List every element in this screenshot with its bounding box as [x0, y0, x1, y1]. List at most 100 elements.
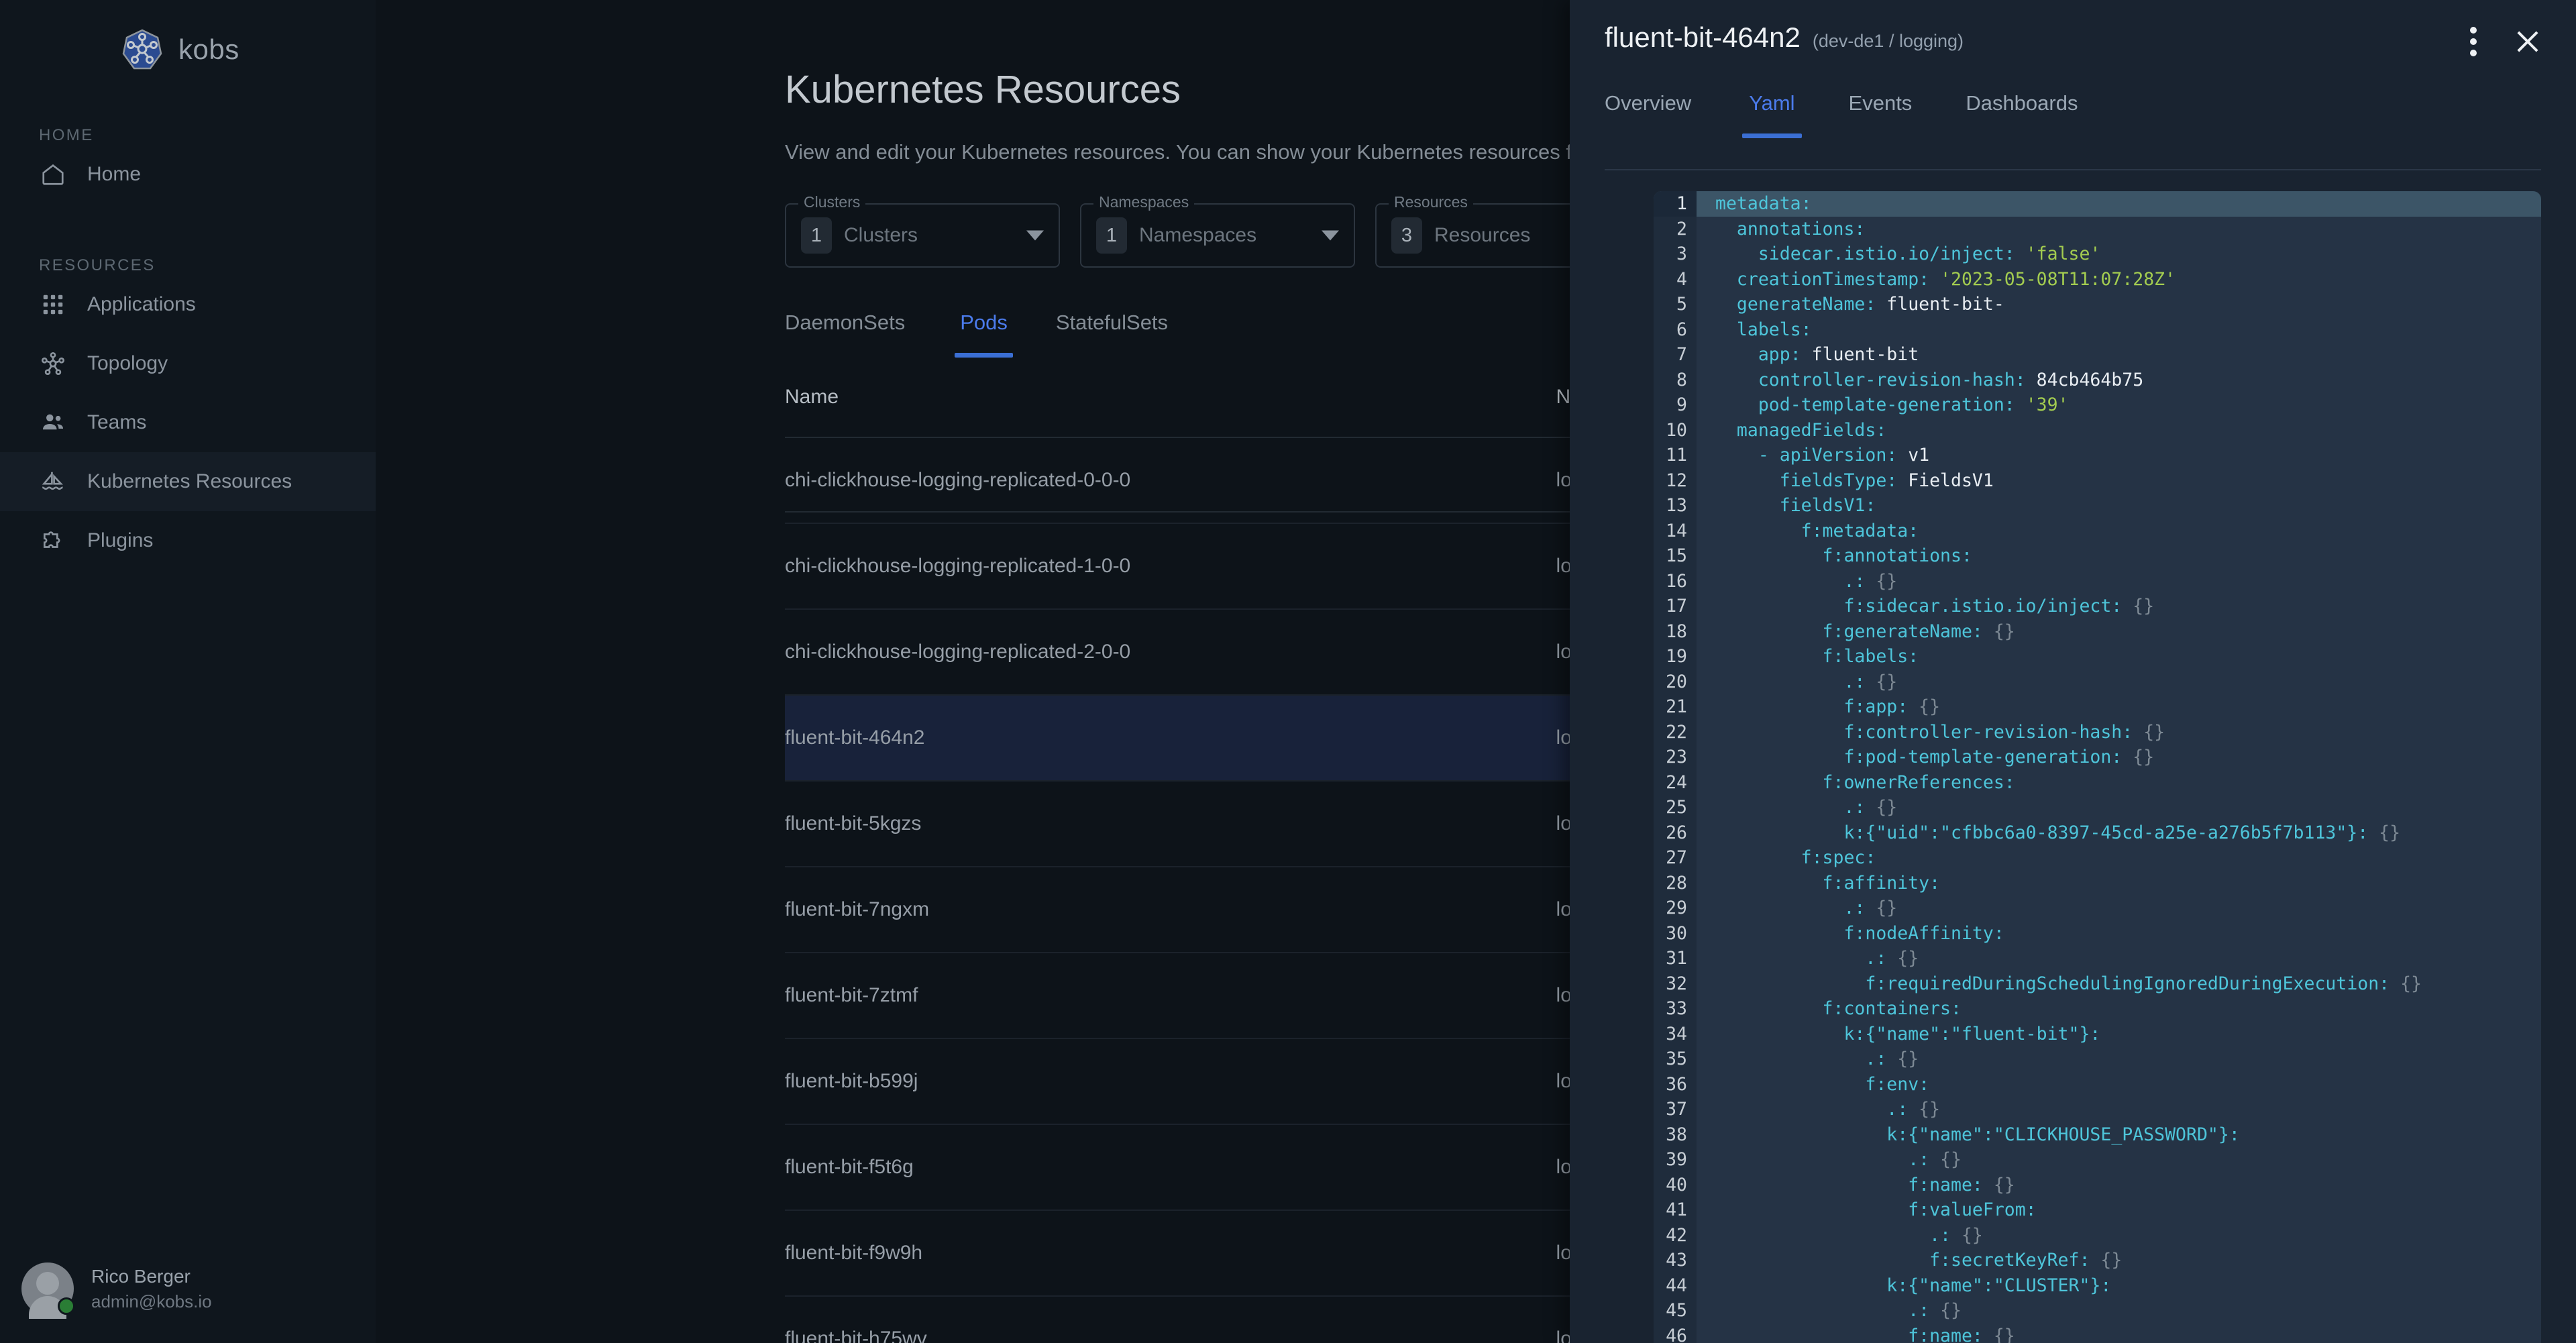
detail-panel-subtitle: (dev-de1 / logging): [1812, 31, 1964, 51]
code-text: f:name: {}: [1908, 1325, 2015, 1343]
yaml-code-viewer[interactable]: 1 metadata: 2 annotations: 3 sidecar.istio.…: [1654, 191, 2541, 1343]
code-text: .: {}: [1886, 1099, 1941, 1120]
sidebar-item-home[interactable]: Home: [0, 145, 376, 204]
code-text: pod-template-generation: '39': [1758, 394, 2069, 415]
line-number: 10: [1654, 417, 1697, 443]
code-line: 11 - apiVersion: v1: [1654, 443, 2541, 468]
clusters-count-badge: 1: [801, 217, 832, 254]
code-text: .: {}: [1908, 1300, 1962, 1321]
line-number: 29: [1654, 896, 1697, 921]
column-header-name[interactable]: Name: [785, 358, 1556, 438]
line-number: 12: [1654, 468, 1697, 493]
code-text: creationTimestamp: '2023-05-08T11:07:28Z…: [1736, 268, 2176, 290]
line-number: 28: [1654, 870, 1697, 896]
line-number: 25: [1654, 795, 1697, 820]
code-text: f:secretKeyRef: {}: [1929, 1250, 2123, 1271]
code-line: 10 managedFields:: [1654, 417, 2541, 443]
code-line: 18 f:generateName: {}: [1654, 619, 2541, 644]
code-text: labels:: [1736, 319, 1812, 340]
sidebar-item-teams[interactable]: Teams: [0, 393, 376, 452]
code-text: - apiVersion: v1: [1758, 445, 1930, 466]
code-text: sidecar.istio.io/inject: 'false': [1758, 244, 2101, 264]
tab-daemonsets[interactable]: DaemonSets: [785, 311, 929, 358]
cell-name: fluent-bit-h75wv: [785, 1296, 1556, 1343]
tab-overview[interactable]: Overview: [1605, 91, 1718, 138]
sidebar-item-label: Kubernetes Resources: [87, 470, 292, 492]
cell-name: fluent-bit-7ztmf: [785, 953, 1556, 1039]
line-number: 21: [1654, 694, 1697, 720]
sidebar-item-plugins[interactable]: Plugins: [0, 511, 376, 570]
code-text: .: {}: [1843, 797, 1898, 818]
code-line: 46 f:name: {}: [1654, 1323, 2541, 1343]
user-profile[interactable]: Rico Berger admin@kobs.io: [0, 1263, 212, 1319]
code-line: 31 .: {}: [1654, 946, 2541, 971]
code-text: controller-revision-hash: 84cb464b75: [1758, 369, 2144, 390]
code-line: 15 f:annotations:: [1654, 543, 2541, 569]
detail-panel-header: fluent-bit-464n2 (dev-de1 / logging): [1570, 0, 2576, 56]
close-icon[interactable]: [2514, 28, 2541, 55]
code-line: 2 annotations:: [1654, 216, 2541, 241]
line-number: 11: [1654, 443, 1697, 468]
kebab-menu-icon[interactable]: [2470, 27, 2477, 56]
code-line: 26 k:{"uid":"cfbbc6a0-8397-45cd-a25e-a27…: [1654, 820, 2541, 845]
code-text: .: {}: [1908, 1149, 1962, 1170]
code-line: 35 .: {}: [1654, 1046, 2541, 1072]
brand[interactable]: kobs: [0, 0, 376, 74]
line-number: 20: [1654, 669, 1697, 694]
line-number: 44: [1654, 1273, 1697, 1298]
code-text: app: fluent-bit: [1758, 344, 1919, 365]
tab-statefulsets[interactable]: StatefulSets: [1032, 311, 1192, 358]
code-text: f:labels:: [1822, 646, 1919, 667]
line-number: 32: [1654, 971, 1697, 996]
line-number: 31: [1654, 946, 1697, 971]
line-number: 7: [1654, 342, 1697, 368]
line-number: 26: [1654, 820, 1697, 845]
clusters-legend: Clusters: [798, 193, 866, 211]
code-line: 22 f:controller-revision-hash: {}: [1654, 719, 2541, 745]
code-text: .: {}: [1843, 898, 1898, 918]
code-text: .: {}: [1865, 1049, 1919, 1069]
code-line: 42 .: {}: [1654, 1222, 2541, 1248]
line-number: 39: [1654, 1147, 1697, 1173]
detail-panel: fluent-bit-464n2 (dev-de1 / logging) Ove…: [1570, 0, 2576, 1343]
code-line: 43 f:secretKeyRef: {}: [1654, 1248, 2541, 1273]
grid-icon: [39, 290, 67, 319]
code-text: .: {}: [1929, 1224, 1983, 1246]
namespaces-value: Namespaces: [1139, 224, 1257, 246]
line-number: 41: [1654, 1197, 1697, 1223]
code-line: 5 generateName: fluent-bit-: [1654, 292, 2541, 317]
sidebar-item-applications[interactable]: Applications: [0, 275, 376, 334]
code-line: 44 k:{"name":"CLUSTER"}:: [1654, 1273, 2541, 1298]
line-number: 24: [1654, 769, 1697, 795]
code-line: 4 creationTimestamp: '2023-05-08T11:07:2…: [1654, 266, 2541, 292]
sidebar-item-label: Plugins: [87, 529, 154, 551]
line-number: 34: [1654, 1021, 1697, 1046]
namespaces-select[interactable]: Namespaces 1 Namespaces: [1080, 193, 1355, 268]
clusters-select[interactable]: Clusters 1 Clusters: [785, 193, 1060, 268]
avatar: [21, 1263, 75, 1319]
sidebar-item-topology[interactable]: Topology: [0, 334, 376, 393]
line-number: 33: [1654, 996, 1697, 1022]
code-text: f:ownerReferences:: [1822, 771, 2015, 793]
tab-events[interactable]: Events: [1822, 91, 1939, 138]
sidebar-item-kubernetes-resources[interactable]: Kubernetes Resources: [0, 452, 376, 511]
code-text: metadata:: [1715, 193, 1812, 214]
code-line: 30 f:nodeAffinity:: [1654, 920, 2541, 946]
kobs-logo-icon: [121, 28, 164, 71]
code-line: 28 f:affinity:: [1654, 870, 2541, 896]
resources-count-badge: 3: [1391, 217, 1422, 254]
tab-pods[interactable]: Pods: [936, 311, 1032, 358]
code-line: 21 f:app: {}: [1654, 694, 2541, 720]
code-text: f:name: {}: [1908, 1174, 2015, 1195]
tab-yaml[interactable]: Yaml: [1722, 91, 1821, 138]
code-line: 37 .: {}: [1654, 1097, 2541, 1122]
puzzle-icon: [39, 527, 67, 555]
code-line: 19 f:labels:: [1654, 644, 2541, 669]
line-number: 38: [1654, 1122, 1697, 1147]
namespaces-legend: Namespaces: [1093, 193, 1195, 211]
helm-icon: [39, 468, 67, 496]
code-line: 8 controller-revision-hash: 84cb464b75: [1654, 367, 2541, 392]
nav-section-resources-label: RESOURCES: [39, 256, 156, 274]
status-online-dot: [58, 1297, 75, 1315]
tab-dashboards[interactable]: Dashboards: [1939, 91, 2104, 138]
